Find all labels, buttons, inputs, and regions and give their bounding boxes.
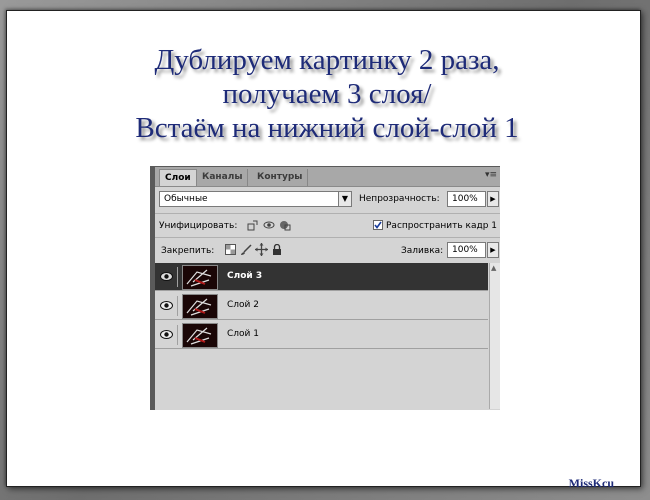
fill-value: 100% — [452, 245, 478, 255]
lock-transparency-icon[interactable] — [225, 244, 236, 258]
lock-label: Закрепить: — [161, 246, 215, 256]
divider — [155, 237, 500, 238]
brush-icon[interactable] — [240, 244, 252, 259]
layer-row-2[interactable]: Слой 2 — [155, 292, 488, 320]
divider — [155, 213, 500, 214]
blend-mode-select[interactable]: Обычные ▼ — [159, 191, 352, 207]
chevron-down-icon[interactable]: ▼ — [338, 192, 351, 206]
layers-scrollbar[interactable]: ▲ — [489, 263, 500, 409]
title-line-1: Дублируем картинку 2 раза, — [154, 44, 500, 76]
layer-row-3[interactable]: Слой 3 — [155, 263, 488, 291]
unify-position-icon[interactable] — [247, 219, 259, 234]
opacity-arrow-icon[interactable]: ▶ — [487, 191, 499, 207]
title-line-3: Встаём на нижний слой-слой 1 — [135, 112, 519, 144]
layer-name[interactable]: Слой 3 — [227, 271, 262, 281]
tab-layers[interactable]: Слои — [159, 169, 197, 186]
move-icon[interactable] — [255, 243, 268, 259]
blend-row: Обычные ▼ Непрозрачность: 100% ▶ — [159, 191, 499, 209]
layers-panel: Слои Каналы Контуры ▾≡ Обычные ▼ Непрозр… — [150, 166, 500, 410]
scroll-up-icon[interactable]: ▲ — [491, 264, 496, 272]
author-credit: MissKcu — [568, 476, 614, 490]
tab-paths[interactable]: Контуры — [252, 169, 309, 186]
propagate-checkbox[interactable] — [373, 220, 383, 233]
layer-thumbnail — [182, 323, 218, 348]
propagate-label: Распространить кадр 1 — [386, 221, 498, 231]
layer-thumbnail — [182, 265, 218, 290]
unify-label: Унифицировать: — [159, 221, 238, 231]
fill-arrow-icon[interactable]: ▶ — [487, 242, 499, 258]
layer-name[interactable]: Слой 1 — [227, 329, 259, 339]
layers-list: Слой 3 Слой 2 Слой 1 — [155, 263, 488, 409]
layer-row-1[interactable]: Слой 1 — [155, 321, 488, 349]
panel-menu-icon[interactable]: ▾≡ — [485, 170, 497, 180]
panel-tab-bar: Слои Каналы Контуры ▾≡ — [155, 167, 500, 187]
lock-all-icon[interactable] — [272, 243, 282, 258]
eye-icon[interactable] — [157, 325, 178, 345]
unify-style-icon[interactable] — [279, 219, 291, 234]
layer-name[interactable]: Слой 2 — [227, 300, 259, 310]
slide-title: Дублируем картинку 2 раза, получаем 3 сл… — [7, 43, 647, 145]
opacity-input[interactable]: 100% — [447, 191, 486, 207]
blend-mode-value: Обычные — [164, 194, 208, 204]
eye-icon[interactable] — [157, 267, 178, 287]
fill-label: Заливка: — [401, 246, 444, 256]
unify-visibility-icon[interactable] — [263, 219, 275, 234]
title-line-2: получаем 3 слоя/ — [222, 78, 432, 110]
opacity-value: 100% — [452, 194, 478, 204]
layer-thumbnail — [182, 294, 218, 319]
tab-channels[interactable]: Каналы — [197, 169, 249, 186]
fill-input[interactable]: 100% — [447, 242, 486, 258]
opacity-label: Непрозрачность: — [359, 194, 440, 204]
eye-icon[interactable] — [157, 296, 178, 316]
